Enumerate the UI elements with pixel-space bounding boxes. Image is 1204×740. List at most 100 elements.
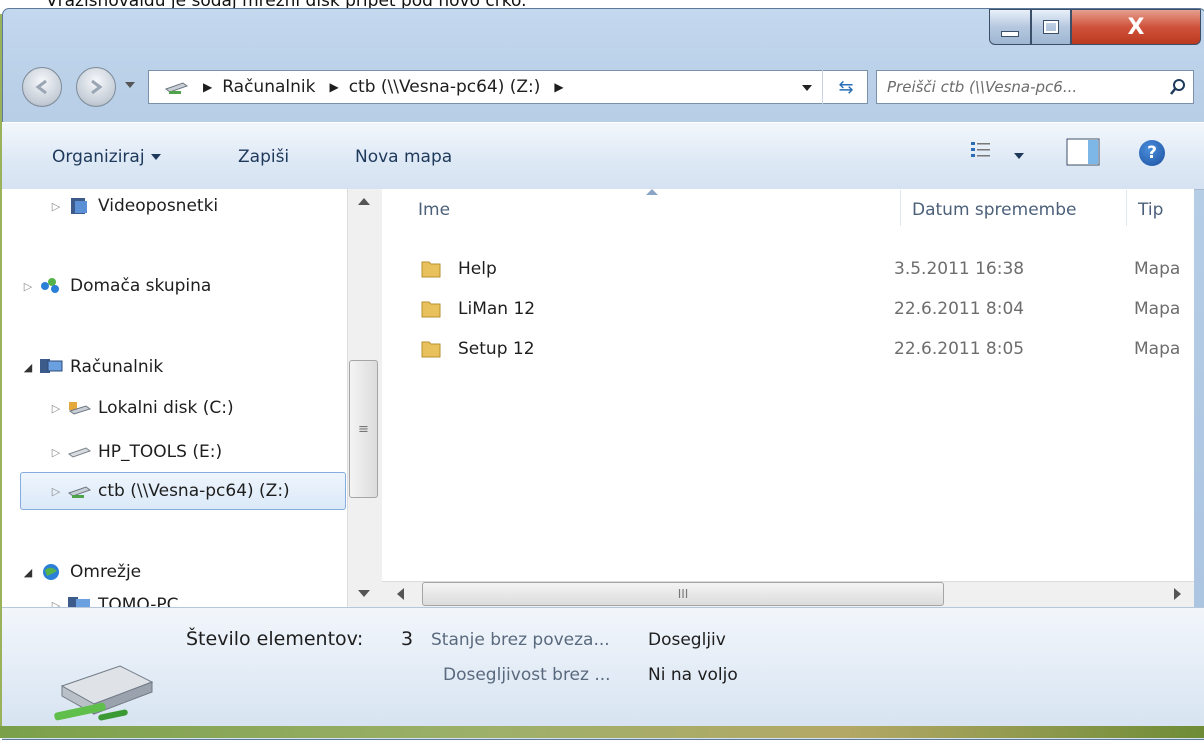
local-disk-icon [68, 402, 92, 415]
recent-pages-dropdown[interactable] [125, 82, 135, 88]
nav-item-hp-tools[interactable]: ▷ HP_TOOLS (E:) [48, 436, 222, 468]
breadcrumb-network-drive[interactable]: ctb (\\Vesna-pc64) (Z:) [349, 77, 541, 97]
expand-arrow-icon[interactable]: ▷ [48, 402, 64, 415]
expand-arrow-icon[interactable]: ▷ [48, 200, 64, 213]
help-icon[interactable]: ? [1139, 140, 1165, 166]
file-row[interactable]: Setup 12 22.6.2011 8:05 Mapa [420, 331, 1204, 367]
search-icon [1170, 79, 1185, 95]
homegroup-icon [41, 278, 59, 293]
item-count-value: 3 [401, 628, 414, 650]
nav-item-label: Računalnik [70, 357, 164, 377]
minimize-button[interactable] [989, 9, 1031, 45]
item-count-label: Število elementov: [186, 628, 364, 650]
file-type: Mapa [1134, 259, 1181, 279]
breadcrumb-separator[interactable]: ▶ [329, 80, 338, 94]
back-arrow-icon [35, 79, 47, 95]
network-drive-icon [67, 486, 92, 498]
file-type: Mapa [1134, 339, 1181, 359]
file-date: 22.6.2011 8:04 [894, 299, 1025, 319]
details-view-icon[interactable] [970, 140, 992, 162]
nav-item-computer[interactable]: ◢ Računalnik [20, 351, 163, 383]
file-date: 22.6.2011 8:05 [894, 339, 1025, 359]
offline-availability-label: Dosegljivost brez ... [443, 665, 611, 685]
offline-status-value: Dosegljiv [648, 630, 726, 650]
collapse-arrow-icon[interactable]: ◢ [20, 361, 36, 374]
nav-item-local-disk[interactable]: ▷ Lokalni disk (C:) [48, 392, 234, 424]
column-header-type[interactable]: Tip [1138, 200, 1163, 220]
nav-item-label: Omrežje [70, 562, 142, 582]
drive-icon [67, 447, 92, 458]
folder-icon [421, 261, 441, 278]
search-input[interactable] [885, 77, 1159, 97]
forward-arrow-icon [91, 79, 103, 95]
nav-item-label: Lokalni disk (C:) [98, 398, 234, 418]
close-button[interactable]: X [1071, 9, 1201, 45]
file-row[interactable]: LiMan 12 22.6.2011 8:04 Mapa [420, 291, 1204, 327]
file-name: Help [458, 259, 497, 279]
expand-arrow-icon[interactable]: ▷ [48, 599, 64, 608]
back-button[interactable] [22, 67, 62, 107]
nav-item-network-drive[interactable]: ▷ ctb (\\Vesna-pc64) (Z:) [48, 475, 290, 507]
computer-icon [68, 597, 90, 607]
nav-item-videos[interactable]: ▷ Videoposnetki [48, 190, 218, 222]
scroll-up-arrow-icon[interactable] [358, 198, 370, 205]
refresh-button[interactable]: ⇆ [822, 70, 869, 104]
address-history-dropdown[interactable] [802, 85, 812, 91]
file-name: LiMan 12 [458, 299, 536, 319]
expand-arrow-icon[interactable]: ▷ [20, 280, 36, 293]
offline-availability-value: Ni na voljo [648, 665, 738, 685]
preview-pane-icon[interactable] [1066, 138, 1100, 166]
scroll-down-arrow-icon[interactable] [358, 590, 370, 597]
network-icon [43, 564, 59, 580]
folder-icon [421, 341, 441, 358]
minimize-icon [1001, 31, 1019, 37]
expand-arrow-icon[interactable]: ▷ [48, 485, 64, 498]
forward-button[interactable] [76, 67, 116, 107]
file-date: 3.5.2011 16:38 [894, 259, 1025, 279]
breadcrumb-computer[interactable]: Računalnik [222, 77, 315, 97]
column-header-name[interactable]: Ime [418, 200, 450, 220]
folder-icon [421, 301, 441, 318]
close-icon: X [1127, 14, 1145, 40]
desktop-background-strip [0, 726, 1204, 738]
burn-button[interactable]: Zapiši [238, 147, 289, 167]
expand-arrow-icon[interactable]: ▷ [48, 446, 64, 459]
nav-item-label: Domača skupina [70, 276, 212, 296]
organize-menu-button[interactable]: Organiziraj [52, 147, 161, 167]
new-folder-button[interactable]: Nova mapa [355, 147, 452, 167]
file-list-pane [382, 189, 1194, 581]
nav-item-label: ctb (\\Vesna-pc64) (Z:) [98, 481, 290, 501]
nav-item-homegroup[interactable]: ▷ Domača skupina [20, 270, 212, 302]
nav-item-network[interactable]: ◢ Omrežje [20, 556, 141, 588]
file-type: Mapa [1134, 299, 1181, 319]
column-divider[interactable] [1126, 190, 1127, 226]
offline-status-label: Stanje brez poveza... [431, 630, 610, 650]
video-library-icon [71, 198, 87, 214]
sort-ascending-icon [646, 189, 658, 195]
view-options-dropdown[interactable] [1014, 153, 1024, 159]
scrollbar-thumb[interactable]: III [422, 582, 944, 606]
breadcrumb-separator[interactable]: ▶ [554, 80, 563, 94]
nav-clip: ▷ TOMO-PC [20, 593, 346, 607]
computer-icon [40, 359, 63, 373]
refresh-icon: ⇆ [838, 76, 854, 98]
scrollbar-thumb[interactable]: ≡ [349, 360, 378, 498]
scroll-left-arrow-icon[interactable] [397, 588, 404, 600]
breadcrumb-separator[interactable]: ▶ [203, 80, 212, 94]
collapse-arrow-icon[interactable]: ◢ [20, 566, 36, 579]
nav-item-label: Videoposnetki [98, 196, 219, 216]
nav-item-label: TOMO-PC [98, 595, 179, 607]
column-divider[interactable] [900, 190, 901, 226]
network-drive-large-icon [54, 665, 154, 721]
network-drive-icon [164, 82, 189, 94]
search-box[interactable] [876, 70, 1194, 104]
maximize-button[interactable] [1031, 9, 1071, 45]
maximize-icon [1043, 20, 1059, 34]
file-row[interactable]: Help 3.5.2011 16:38 Mapa [420, 251, 1204, 287]
nav-item-tomo-pc[interactable]: ▷ TOMO-PC [48, 593, 179, 607]
file-name: Setup 12 [458, 339, 535, 359]
address-bar[interactable]: ▶ Računalnik ▶ ctb (\\Vesna-pc64) (Z:) ▶ [148, 70, 868, 104]
organize-label: Organiziraj [52, 147, 145, 167]
column-header-date[interactable]: Datum spremembe [912, 200, 1076, 220]
scroll-right-arrow-icon[interactable] [1174, 588, 1181, 600]
